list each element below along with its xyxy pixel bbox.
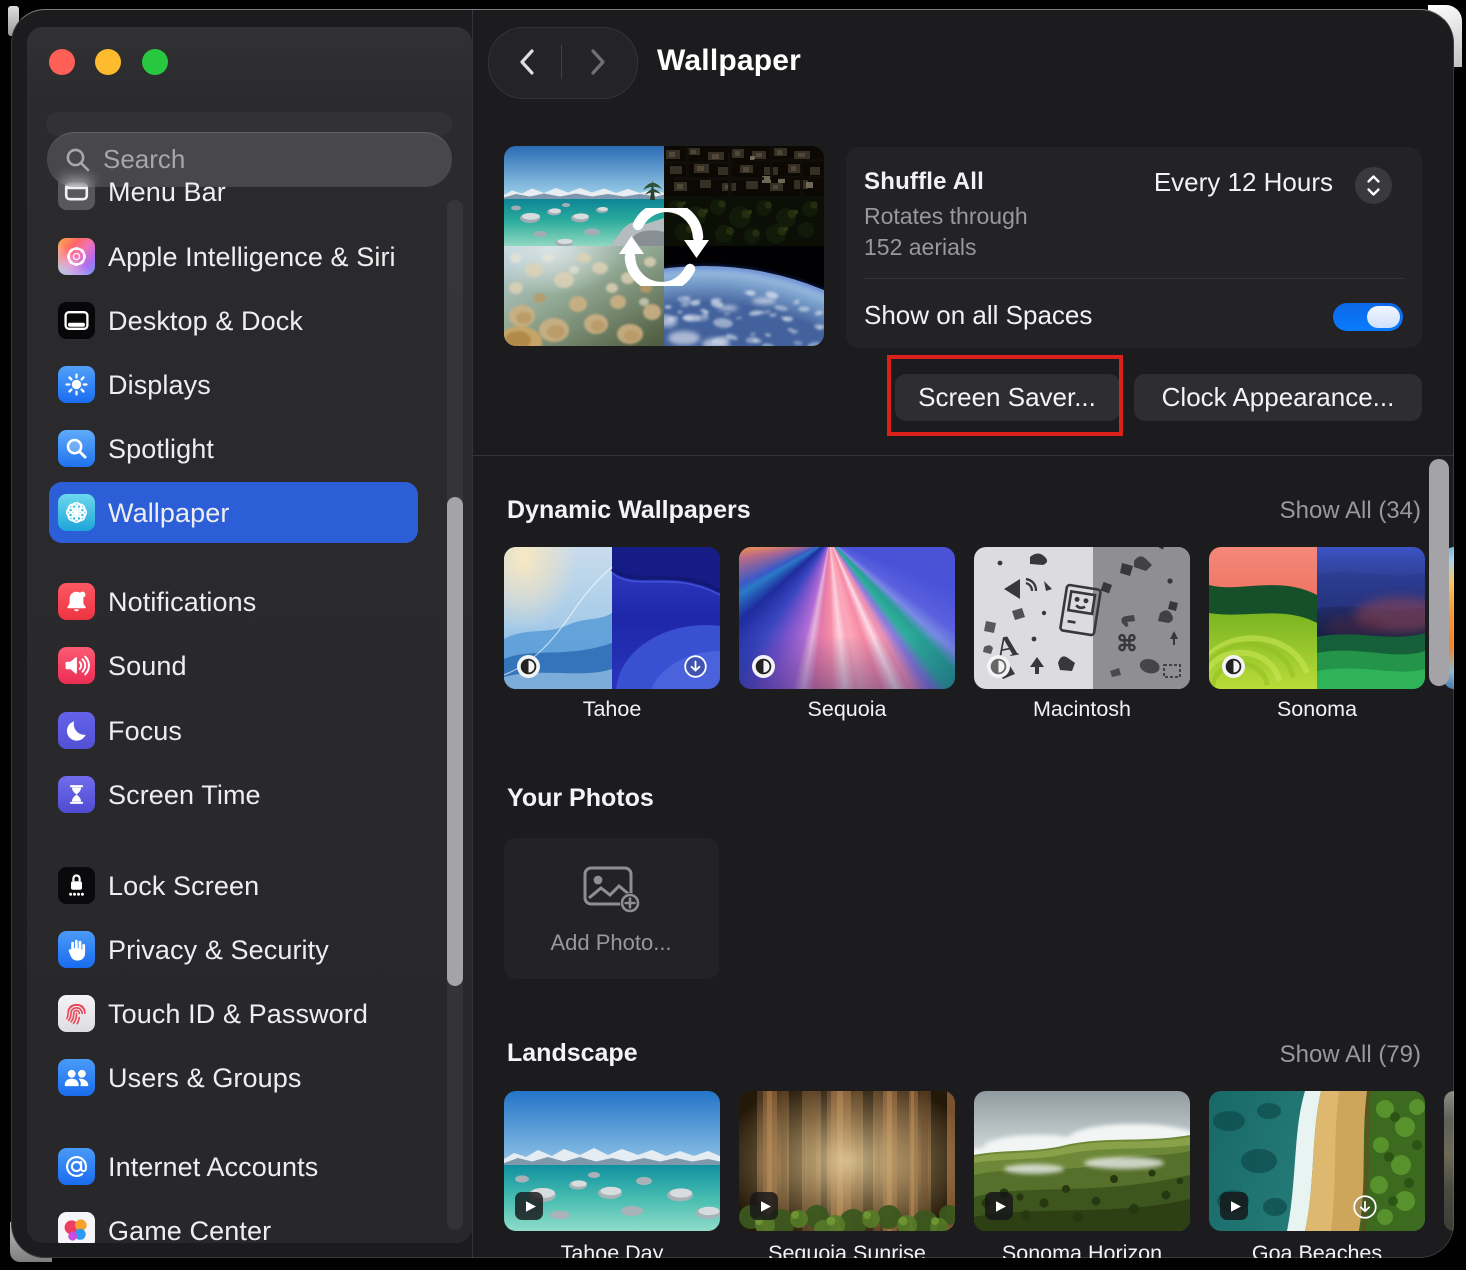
svg-text:⌘: ⌘: [1116, 631, 1138, 656]
